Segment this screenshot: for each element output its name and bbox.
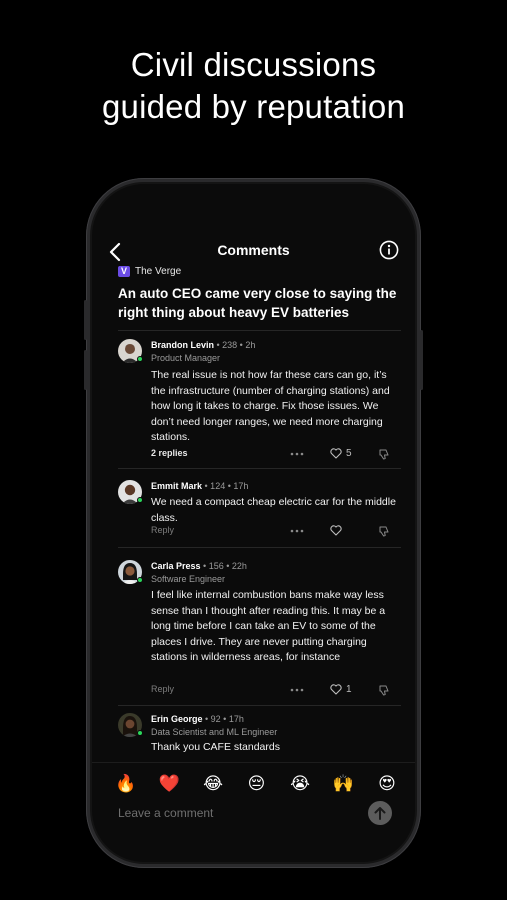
comment-text: The real issue is not how far these cars…	[151, 369, 390, 443]
marketing-headline: Civil discussions guided by reputation	[0, 44, 507, 128]
comment-header: Brandon Levin • 238 • 2h	[151, 339, 403, 351]
info-icon[interactable]	[379, 240, 399, 260]
comment-meta: • 156 • 22h	[200, 561, 247, 571]
comment-item: Erin George • 92 • 17h Data Scientist an…	[118, 713, 403, 761]
phone-volume-button	[84, 300, 87, 340]
comment-meta: • 238 • 2h	[214, 340, 256, 350]
more-icon[interactable]	[290, 688, 304, 692]
divider	[118, 468, 401, 469]
author-name[interactable]: Carla Press	[151, 561, 201, 571]
online-indicator	[137, 730, 143, 736]
comment-meta: • 92 • 17h	[202, 714, 244, 724]
comment-actions: Reply 1	[151, 684, 403, 698]
phone-screen: Comments V The Verge An auto CEO came ve…	[90, 182, 417, 864]
phone-power-button	[420, 330, 423, 390]
comment-input[interactable]: Leave a comment	[118, 804, 348, 822]
like-count: 1	[346, 684, 352, 695]
thumbs-down-icon[interactable]	[378, 449, 390, 460]
like-button[interactable]	[330, 525, 346, 536]
source-name: The Verge	[135, 266, 182, 277]
raised-hands-emoji-icon[interactable]: 🙌	[332, 772, 356, 796]
author-name[interactable]: Emmit Mark	[151, 481, 202, 491]
online-indicator	[137, 577, 143, 583]
pensive-emoji-icon[interactable]: 😔	[245, 772, 269, 796]
comment-actions: Reply	[151, 525, 403, 539]
comment-header: Emmit Mark • 124 • 17h	[151, 480, 403, 492]
comment-text: Thank you CAFE standards	[151, 741, 280, 753]
comment-body: Brandon Levin • 238 • 2h Product Manager…	[151, 339, 403, 446]
heart-eyes-emoji-icon[interactable]: 😍	[375, 772, 399, 796]
reply-button[interactable]: Reply	[151, 684, 174, 694]
online-indicator	[137, 356, 143, 362]
replies-link[interactable]: 2 replies	[151, 448, 188, 458]
heart-icon	[330, 684, 342, 695]
page-title: Comments	[217, 242, 290, 258]
comment-header: Carla Press • 156 • 22h	[151, 560, 403, 572]
send-button[interactable]	[368, 801, 392, 825]
fire-emoji-icon[interactable]: 🔥	[114, 772, 138, 796]
divider	[118, 705, 401, 706]
composer-divider	[92, 762, 415, 763]
reply-button[interactable]: Reply	[151, 525, 174, 535]
thumbs-down-icon[interactable]	[378, 526, 390, 537]
comment-item: Carla Press • 156 • 22h Software Enginee…	[118, 560, 403, 700]
heart-emoji-icon[interactable]: ❤️	[158, 772, 182, 796]
author-role: Data Scientist and ML Engineer	[151, 727, 278, 737]
reaction-bar: 🔥 ❤️ 😂 😔 😭 🙌 😍	[114, 772, 399, 796]
more-icon[interactable]	[290, 529, 304, 533]
comment-header: Erin George • 92 • 17h	[151, 713, 403, 725]
divider	[118, 547, 401, 548]
headline-line-2: guided by reputation	[101, 88, 406, 125]
comment-item: Brandon Levin • 238 • 2h Product Manager…	[118, 339, 403, 462]
headline-line-1: Civil discussions	[130, 46, 377, 83]
like-count: 5	[346, 448, 352, 459]
author-name[interactable]: Erin George	[151, 714, 203, 724]
comment-body: Emmit Mark • 124 • 17h We need a compact…	[151, 480, 403, 526]
online-indicator	[137, 497, 143, 503]
article-title[interactable]: An auto CEO came very close to saying th…	[118, 285, 403, 322]
like-button[interactable]: 1	[330, 684, 352, 695]
comment-body: Carla Press • 156 • 22h Software Enginee…	[151, 560, 403, 666]
arrow-up-icon	[374, 807, 386, 820]
source-logo: V	[118, 266, 130, 277]
author-role: Product Manager	[151, 353, 221, 363]
comment-text: I feel like internal combustion bans mak…	[151, 589, 386, 663]
like-button[interactable]: 5	[330, 448, 352, 459]
author-name[interactable]: Brandon Levin	[151, 340, 214, 350]
heart-icon	[330, 448, 342, 459]
author-role: Software Engineer	[151, 574, 226, 584]
comment-text: We need a compact cheap electric car for…	[151, 496, 396, 524]
crying-emoji-icon[interactable]: 😭	[288, 772, 312, 796]
thumbs-down-icon[interactable]	[378, 685, 390, 696]
comment-item: Emmit Mark • 124 • 17h We need a compact…	[118, 480, 403, 540]
more-icon[interactable]	[290, 452, 304, 456]
comment-meta: • 124 • 17h	[202, 481, 249, 491]
heart-icon	[330, 525, 342, 536]
article-source[interactable]: V The Verge	[118, 266, 181, 277]
nav-bar: Comments	[92, 240, 415, 264]
comment-body: Erin George • 92 • 17h Data Scientist an…	[151, 713, 403, 756]
laughing-emoji-icon[interactable]: 😂	[201, 772, 225, 796]
comment-actions: 2 replies 5	[151, 448, 403, 462]
phone-volume-button	[84, 350, 87, 390]
divider	[118, 330, 401, 331]
